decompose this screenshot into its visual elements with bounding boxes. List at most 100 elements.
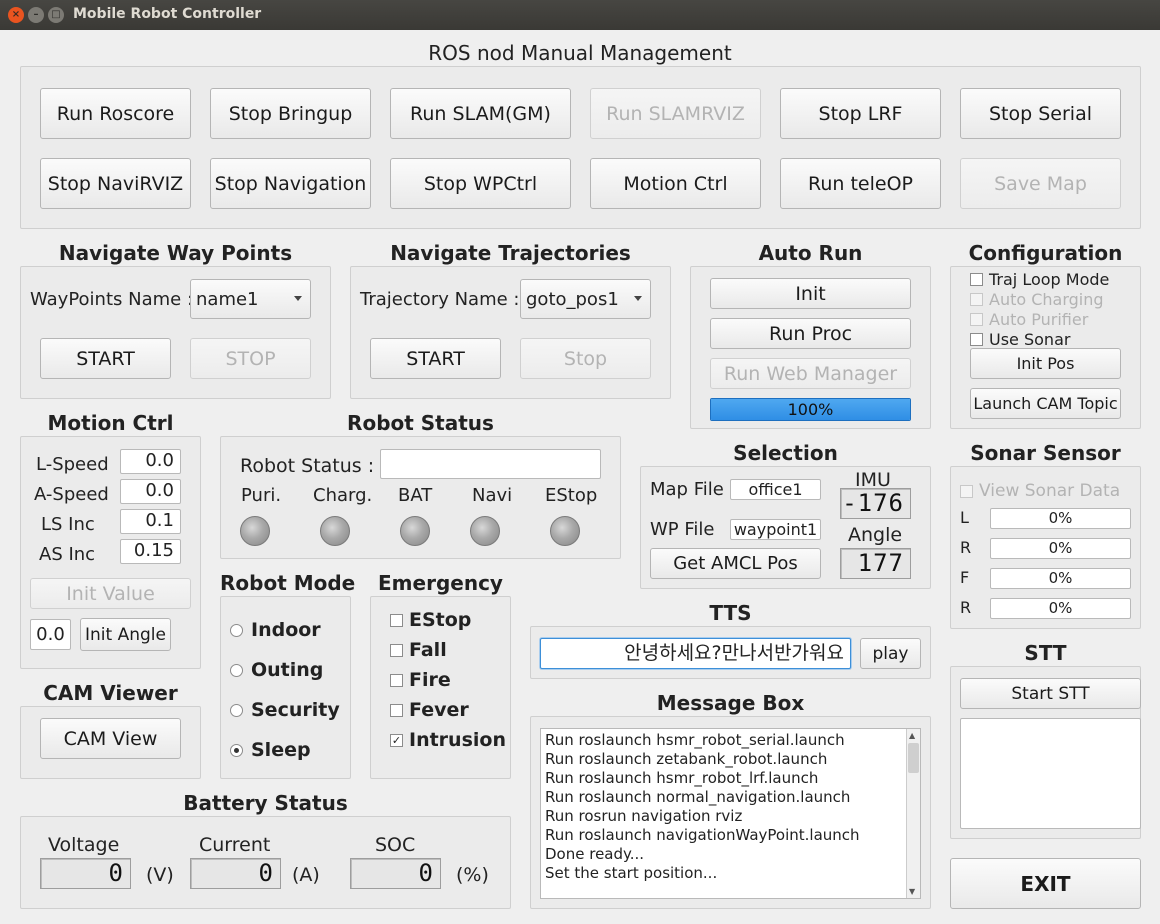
stop-serial-button[interactable]: Stop Serial <box>960 88 1121 139</box>
mode-outing-radio[interactable]: Outing <box>230 659 323 681</box>
robot-status-field[interactable] <box>380 449 601 479</box>
message-line: Done ready... <box>545 845 645 863</box>
autorun-init-button[interactable]: Init <box>710 278 911 309</box>
radio-dot <box>230 703 243 717</box>
wp-file-field[interactable]: waypoint1 <box>730 519 821 540</box>
checkbox-box: ✓ <box>390 733 403 747</box>
a-speed-field[interactable]: 0.0 <box>120 479 181 504</box>
map-file-field[interactable]: office1 <box>730 479 821 500</box>
motion-ctrl-button[interactable]: Motion Ctrl <box>590 158 761 209</box>
get-amcl-pos-button[interactable]: Get AMCL Pos <box>650 548 821 579</box>
message-scrollbar[interactable]: ▲ ▼ <box>906 729 920 898</box>
minimize-icon[interactable]: – <box>28 7 44 23</box>
selection-heading: Selection <box>733 441 838 465</box>
title-bar: × – □ Mobile Robot Controller <box>0 0 1160 30</box>
bat-label: BAT <box>398 485 433 506</box>
exit-button[interactable]: EXIT <box>950 858 1141 909</box>
estop-led-icon <box>550 516 580 546</box>
emergency-estop-checkbox[interactable]: EStop <box>390 609 471 631</box>
view-sonar-data-checkbox[interactable]: View Sonar Data <box>960 481 1120 501</box>
stop-wpctrl-button[interactable]: Stop WPCtrl <box>390 158 571 209</box>
init-pos-button[interactable]: Init Pos <box>970 348 1121 379</box>
launch-cam-topic-button[interactable]: Launch CAM Topic <box>970 388 1121 419</box>
checkbox-box <box>390 703 403 717</box>
run-slam-button[interactable]: Run SLAM(GM) <box>390 88 571 139</box>
trajectories-heading: Navigate Trajectories <box>390 241 631 265</box>
battery-heading: Battery Status <box>183 791 348 815</box>
charg-label: Charg. <box>313 485 373 506</box>
autorun-progress-bar: 100% <box>710 398 911 421</box>
stt-text-area[interactable] <box>960 718 1141 829</box>
checkbox-box <box>970 333 983 346</box>
tts-play-button[interactable]: play <box>860 638 921 669</box>
close-icon[interactable]: × <box>8 7 24 23</box>
stop-lrf-button[interactable]: Stop LRF <box>780 88 941 139</box>
puri-led-icon <box>240 516 270 546</box>
scroll-thumb[interactable] <box>908 743 919 773</box>
trajectory-stop-button[interactable]: Stop <box>520 338 651 379</box>
waypoints-stop-button[interactable]: STOP <box>190 338 311 379</box>
as-inc-field[interactable]: 0.15 <box>120 539 181 564</box>
robot-mode-heading: Robot Mode <box>220 571 356 595</box>
sonar-f-label: F <box>960 568 970 587</box>
checkbox-box <box>970 273 983 286</box>
emergency-fire-checkbox[interactable]: Fire <box>390 669 451 691</box>
waypoints-start-button[interactable]: START <box>40 338 171 379</box>
emergency-fall-checkbox[interactable]: Fall <box>390 639 447 661</box>
navi-label: Navi <box>472 485 513 506</box>
use-sonar-checkbox[interactable]: Use Sonar <box>970 330 1070 349</box>
scroll-down-icon[interactable]: ▼ <box>909 887 915 896</box>
mode-indoor-radio[interactable]: Indoor <box>230 619 321 641</box>
init-angle-button[interactable]: Init Angle <box>80 618 171 651</box>
run-roscore-button[interactable]: Run Roscore <box>40 88 191 139</box>
mode-security-radio[interactable]: Security <box>230 699 340 721</box>
ls-inc-field[interactable]: 0.1 <box>120 509 181 534</box>
radio-dot <box>230 663 243 677</box>
imu-display: -176 <box>840 488 911 519</box>
stop-bringup-button[interactable]: Stop Bringup <box>210 88 371 139</box>
run-teleop-button[interactable]: Run teleOP <box>780 158 941 209</box>
waypoints-name-select[interactable]: name1 <box>190 279 311 319</box>
trajectory-name-select[interactable]: goto_pos1 <box>520 279 651 319</box>
stop-navigation-button[interactable]: Stop Navigation <box>210 158 371 209</box>
message-line: Run roslaunch hsmr_robot_lrf.launch <box>545 769 819 787</box>
emergency-intrusion-checkbox[interactable]: ✓ Intrusion <box>390 729 506 751</box>
trajectory-start-button[interactable]: START <box>370 338 501 379</box>
auto-purifier-label: Auto Purifier <box>989 310 1089 329</box>
voltage-display: 0 <box>40 858 131 889</box>
puri-label: Puri. <box>241 485 282 506</box>
angle-value-field[interactable]: 0.0 <box>30 619 71 650</box>
run-proc-button[interactable]: Run Proc <box>710 318 911 349</box>
start-stt-button[interactable]: Start STT <box>960 678 1141 709</box>
voltage-label: Voltage <box>48 834 120 856</box>
l-speed-field[interactable]: 0.0 <box>120 449 181 474</box>
sonar-r2-bar: 0% <box>990 598 1131 619</box>
run-web-manager-button[interactable]: Run Web Manager <box>710 358 911 389</box>
traj-loop-checkbox[interactable]: Traj Loop Mode <box>970 270 1109 289</box>
maximize-icon[interactable]: □ <box>48 7 64 23</box>
cam-view-button[interactable]: CAM View <box>40 718 181 759</box>
mode-security-label: Security <box>251 699 340 721</box>
charg-led-icon <box>320 516 350 546</box>
emergency-heading: Emergency <box>378 571 503 595</box>
radio-dot <box>230 743 243 757</box>
checkbox-box <box>390 643 403 657</box>
run-slamrviz-button[interactable]: Run SLAMRVIZ <box>590 88 761 139</box>
ros-heading: ROS nod Manual Management <box>428 41 732 65</box>
tts-text-input[interactable]: 안녕하세요?만나서반가워요 <box>540 638 851 669</box>
waypoints-name-value: name1 <box>196 288 259 310</box>
emergency-fever-checkbox[interactable]: Fever <box>390 699 469 721</box>
ls-inc-label: LS Inc <box>41 514 95 535</box>
as-inc-label: AS Inc <box>39 544 96 565</box>
scroll-up-icon[interactable]: ▲ <box>909 731 915 740</box>
auto-purifier-checkbox[interactable]: Auto Purifier <box>970 310 1088 329</box>
soc-unit: (%) <box>456 864 489 886</box>
auto-charging-checkbox[interactable]: Auto Charging <box>970 290 1104 309</box>
save-map-button[interactable]: Save Map <box>960 158 1121 209</box>
map-file-label: Map File <box>650 479 724 500</box>
init-value-button[interactable]: Init Value <box>30 578 191 609</box>
mode-sleep-radio[interactable]: Sleep <box>230 739 311 761</box>
emergency-fall-label: Fall <box>409 639 447 661</box>
message-list[interactable]: Run roslaunch hsmr_robot_serial.launch R… <box>540 728 921 899</box>
stop-navirviz-button[interactable]: Stop NaviRVIZ <box>40 158 191 209</box>
